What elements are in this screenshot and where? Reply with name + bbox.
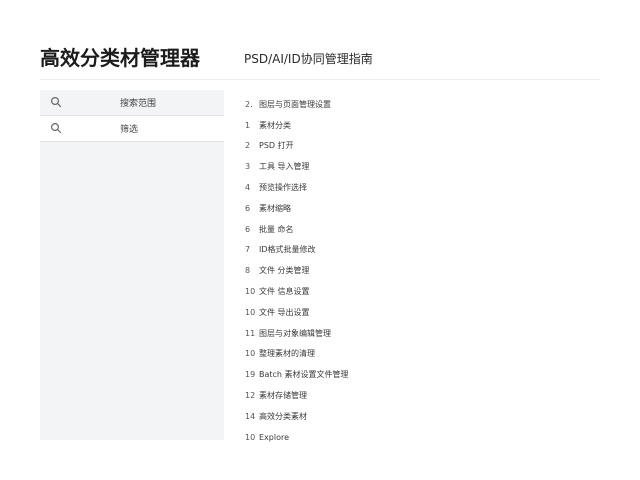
list-item[interactable]: 2. 图层与页面管理设置 <box>245 94 605 115</box>
page-subtitle: PSD/AI/ID协同管理指南 <box>244 52 373 66</box>
list-item[interactable]: 12 素材存储管理 <box>245 385 605 406</box>
list-item-number: 14 <box>245 411 256 421</box>
list-item-number: 6 <box>245 203 251 213</box>
list-item-number: 12 <box>245 391 256 401</box>
page-title: 高效分类材管理器 <box>40 46 200 70</box>
sidebar: 搜索范围 筛选 <box>40 90 224 440</box>
list-item-text: 高效分类素材 <box>259 411 307 421</box>
list-item-number: 2. <box>245 99 253 109</box>
list-item-text: 文件 信息设置 <box>259 287 310 297</box>
list-item-text: 文件 导出设置 <box>259 307 310 317</box>
app-header: 高效分类材管理器 PSD/AI/ID协同管理指南 <box>40 40 600 80</box>
list-item-text: 预览操作选择 <box>259 183 307 193</box>
list-item-text: 素材缩略 <box>259 203 291 213</box>
list-item-number: 4 <box>245 183 251 193</box>
list-item[interactable]: 10 文件 信息设置 <box>245 281 605 302</box>
list-item-number: 19 <box>245 370 256 380</box>
list-item[interactable]: 2 PSD 打开 <box>245 136 605 157</box>
search-icon <box>50 96 62 108</box>
list-item[interactable]: 19 Batch 素材设置文件管理 <box>245 364 605 385</box>
list-item-text: 文件 分类管理 <box>259 266 310 276</box>
list-item[interactable]: 11 图层与对象编辑管理 <box>245 323 605 344</box>
list-item-number: 10 <box>245 307 256 317</box>
sidebar-search-scope[interactable]: 搜索范围 <box>40 90 224 116</box>
sidebar-filter-label: 筛选 <box>120 125 139 135</box>
search-icon <box>50 122 62 134</box>
list-item-text: 工具 导入管理 <box>259 162 310 172</box>
list-item[interactable]: 3 工具 导入管理 <box>245 156 605 177</box>
list-item-text: PSD 打开 <box>259 141 294 151</box>
list-item[interactable]: 10 整理素材的清理 <box>245 344 605 365</box>
list-item-text: Explore <box>259 432 290 442</box>
list-item-text: 图层与对象编辑管理 <box>259 328 331 338</box>
list-item[interactable]: 1 素材分类 <box>245 115 605 136</box>
list-item-text: 素材存储管理 <box>259 391 307 401</box>
list-item[interactable]: 8 文件 分类管理 <box>245 260 605 281</box>
list-item-number: 3 <box>245 162 251 172</box>
list-item[interactable]: 6 素材缩略 <box>245 198 605 219</box>
list-item-number: 6 <box>245 224 251 234</box>
list-item-number: 7 <box>245 245 251 255</box>
list-item[interactable]: 7 ID格式批量修改 <box>245 240 605 261</box>
list-item[interactable]: 6 批量 命名 <box>245 219 605 240</box>
list-item-number: 11 <box>245 328 256 338</box>
list-item[interactable]: 4 预览操作选择 <box>245 177 605 198</box>
list-item-text: Batch 素材设置文件管理 <box>259 370 349 380</box>
list-item[interactable]: 10 Explore <box>245 427 605 448</box>
list-item-number: 2 <box>245 141 251 151</box>
list-item[interactable]: 10 文件 导出设置 <box>245 302 605 323</box>
list-item-number: 10 <box>245 349 256 359</box>
list-item[interactable]: 14 高效分类素材 <box>245 406 605 427</box>
list-item-number: 10 <box>245 432 256 442</box>
list-item-number: 10 <box>245 287 256 297</box>
list-item-text: 批量 命名 <box>259 224 294 234</box>
sidebar-search-scope-label: 搜索范围 <box>120 99 157 109</box>
sidebar-filter[interactable]: 筛选 <box>40 116 224 142</box>
list-item-text: 整理素材的清理 <box>259 349 315 359</box>
list-item-text: 图层与页面管理设置 <box>259 99 331 109</box>
list-item-number: 8 <box>245 266 251 276</box>
guide-list: 2. 图层与页面管理设置 1 素材分类 2 PSD 打开 3 工具 导入管理 4 预览操作… <box>245 94 605 448</box>
list-item-number: 1 <box>245 120 251 130</box>
list-item-text: ID格式批量修改 <box>259 245 316 255</box>
list-item-text: 素材分类 <box>259 120 291 130</box>
